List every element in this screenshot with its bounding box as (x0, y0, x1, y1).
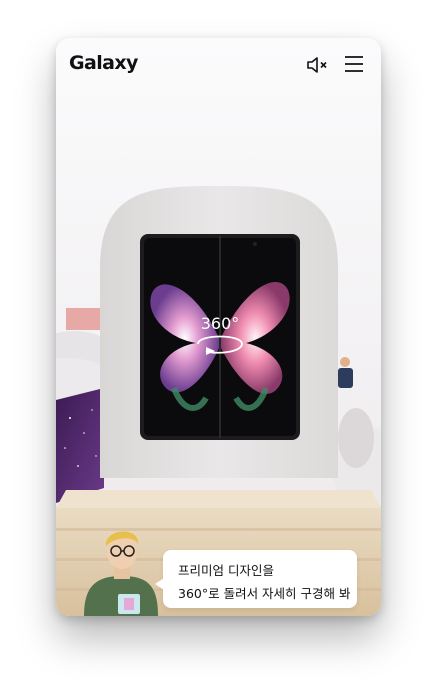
app-screen: 360° Galaxy 프리미엄 디자인을 360°로 돌려서 자세히 구경해 … (56, 38, 381, 616)
decor-block (66, 308, 101, 330)
speaker-muted-icon[interactable] (306, 55, 332, 75)
top-bar: Galaxy (56, 38, 381, 92)
guide-speech-bubble[interactable]: 프리미엄 디자인을 360°로 돌려서 자세히 구경해 봐 (155, 550, 357, 608)
guide-text-line1: 프리미엄 디자인을 (178, 563, 274, 578)
rotate-label: 360° (201, 314, 240, 333)
brand-logo[interactable]: Galaxy (69, 52, 138, 74)
hamburger-menu-icon[interactable] (344, 55, 364, 73)
space-panel (56, 388, 104, 503)
person-figure (338, 357, 353, 406)
scene-3d: 360° (56, 186, 381, 616)
guide-text-line2: 360°로 돌려서 자세히 구경해 봐 (178, 586, 351, 601)
